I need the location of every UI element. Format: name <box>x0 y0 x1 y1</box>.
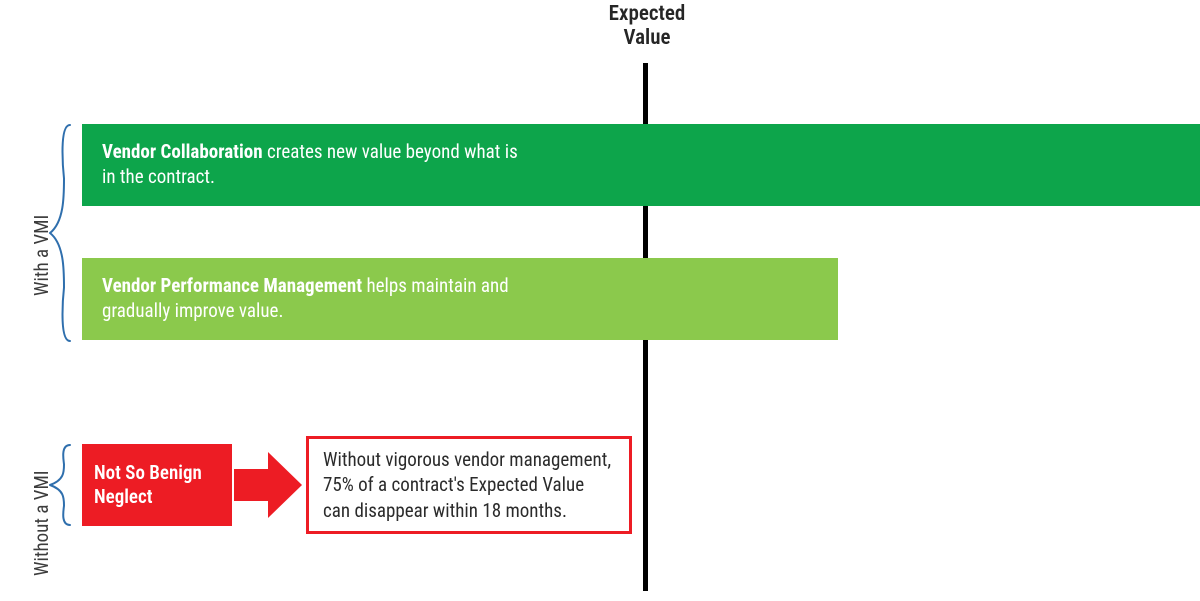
arrow-head <box>268 452 302 518</box>
bar-vendor-collaboration-title: Vendor Collaboration <box>102 140 267 163</box>
bar-vendor-performance-title: Vendor Performance Management <box>102 274 366 297</box>
axis-label-expected-value: Expected Value <box>577 2 717 50</box>
neglect-callout-text: Without vigorous vendor management, 75% … <box>323 447 615 524</box>
diagram-stage: Expected Value With a VMI Without a VMI … <box>0 0 1200 601</box>
bar-vendor-collaboration: Vendor Collaboration creates new value b… <box>82 124 1200 206</box>
bar-vendor-collaboration-text: Vendor Collaboration creates new value b… <box>82 140 542 189</box>
arrow-shaft <box>234 469 270 501</box>
axis-label-line2: Value <box>624 26 671 50</box>
arrow-right-icon <box>234 452 304 518</box>
neglect-title: Not So Benign Neglect <box>94 461 220 509</box>
neglect-callout: Without vigorous vendor management, 75% … <box>306 436 632 534</box>
bar-vendor-performance: Vendor Performance Management helps main… <box>82 258 838 340</box>
brace-without-vmi <box>48 444 72 530</box>
axis-label-line1: Expected <box>609 2 686 26</box>
bar-not-so-benign-neglect: Not So Benign Neglect <box>82 444 232 526</box>
brace-with-vmi <box>48 124 72 346</box>
bar-vendor-performance-text: Vendor Performance Management helps main… <box>82 274 542 323</box>
